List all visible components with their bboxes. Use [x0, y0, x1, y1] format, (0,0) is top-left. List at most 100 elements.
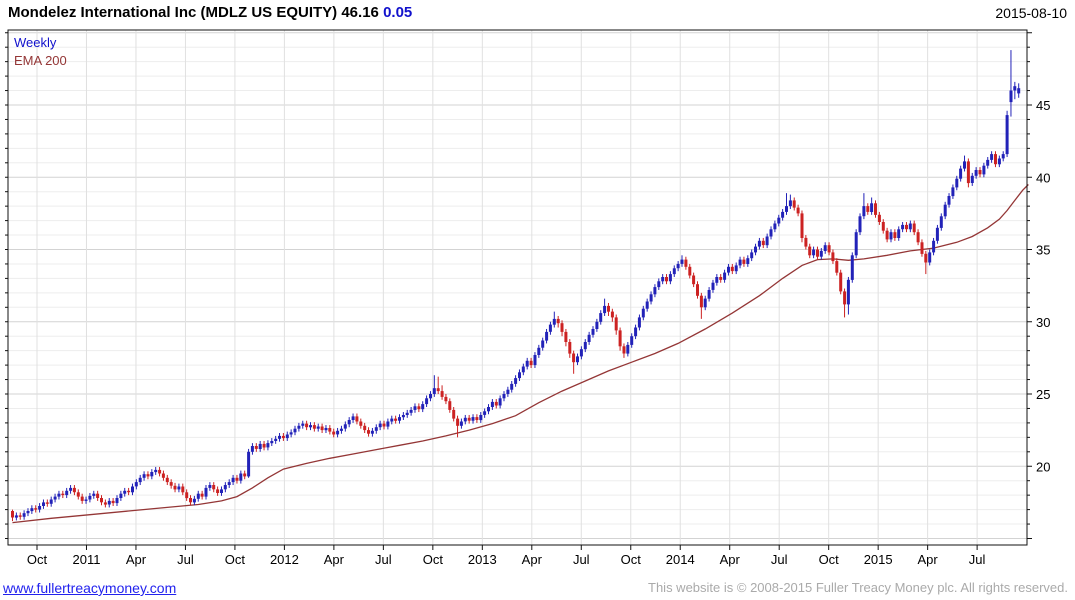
candle-down — [254, 446, 258, 449]
candle-up — [57, 493, 61, 497]
candle-down — [572, 353, 576, 363]
candle-up — [630, 336, 634, 345]
candle-up — [301, 423, 305, 426]
candle-down — [885, 230, 889, 240]
candle-up — [645, 301, 649, 309]
candle-up — [943, 204, 947, 217]
candle-down — [804, 237, 808, 247]
candle-up — [487, 407, 490, 412]
candle-down — [966, 161, 970, 184]
candle-down — [529, 360, 533, 366]
legend-ema: EMA 200 — [14, 53, 67, 68]
candle-up — [928, 252, 932, 263]
candle-down — [436, 388, 440, 392]
candle-up — [707, 290, 711, 299]
candle-up — [653, 287, 657, 295]
candle-down — [564, 331, 568, 342]
candle-down — [622, 346, 626, 354]
candle-up — [579, 349, 583, 357]
candle-down — [614, 317, 618, 331]
candle-down — [607, 305, 610, 312]
candle-down — [165, 477, 169, 483]
candle-up — [982, 165, 986, 175]
candle-down — [688, 266, 692, 276]
candle-up — [223, 485, 227, 490]
candle-down — [216, 489, 220, 493]
candle-up — [483, 411, 487, 415]
y-axis-label: 25 — [1036, 387, 1050, 402]
candle-up — [947, 196, 951, 205]
candle-up — [142, 474, 146, 478]
x-axis-label: Jul — [573, 552, 590, 567]
candle-up — [289, 432, 293, 435]
candle-up — [595, 321, 599, 329]
candle-up — [92, 493, 96, 496]
candle-up — [908, 223, 912, 230]
candle-down — [843, 291, 847, 305]
candle-up — [38, 506, 42, 510]
candle-down — [699, 295, 703, 308]
candle-down — [692, 275, 696, 285]
candle-up — [576, 356, 579, 363]
candle-up — [727, 266, 730, 273]
candle-down — [978, 170, 982, 175]
candle-up — [970, 175, 974, 183]
candle-up — [723, 272, 727, 280]
candle-up — [935, 227, 939, 241]
site-link[interactable]: www.fullertreacymoney.com — [3, 580, 176, 596]
candle-up — [657, 281, 661, 288]
candle-up — [119, 493, 123, 498]
candle-up — [750, 252, 754, 259]
x-axis-label: Apr — [324, 552, 345, 567]
legend-timeframe: Weekly — [14, 35, 57, 50]
footer-copyright: This website is © 2008-2015 Fuller Treac… — [648, 580, 1068, 595]
candle-down — [332, 431, 336, 435]
candle-up — [1009, 90, 1013, 103]
candle-down — [839, 272, 843, 292]
candle-up — [250, 446, 254, 452]
candle-up — [777, 217, 781, 224]
candle-up — [634, 327, 638, 337]
candle-up — [123, 490, 127, 494]
y-axis-label: 40 — [1036, 170, 1050, 185]
candle-up — [490, 401, 494, 407]
x-axis-label: 2011 — [72, 552, 100, 567]
candle-up — [421, 404, 425, 410]
x-axis-label: Oct — [819, 552, 840, 567]
candle-up — [773, 223, 777, 230]
candle-up — [525, 360, 529, 367]
candle-down — [816, 249, 819, 257]
candle-down — [684, 259, 688, 267]
candle-down — [696, 284, 699, 296]
candle-down — [127, 490, 131, 493]
candle-up — [343, 424, 347, 429]
candle-down — [912, 223, 916, 233]
footer-site-link-wrap: www.fullertreacymoney.com — [3, 580, 176, 596]
candle-up — [715, 277, 719, 283]
candle-down — [800, 213, 804, 238]
candle-up — [425, 398, 429, 405]
candle-up — [266, 443, 270, 448]
candle-up — [316, 426, 320, 429]
candle-up — [897, 229, 901, 238]
candle-down — [173, 485, 177, 490]
candle-up — [963, 161, 966, 169]
candle-up — [378, 423, 382, 428]
candle-up — [734, 265, 738, 272]
candle-up — [746, 258, 750, 264]
candle-up — [204, 487, 208, 497]
candle-down — [448, 401, 452, 410]
candle-up — [278, 435, 281, 439]
candle-up — [591, 329, 595, 335]
candle-up — [812, 249, 816, 256]
candle-down — [665, 277, 668, 282]
candle-up — [1001, 154, 1005, 159]
candle-up — [870, 203, 874, 212]
candle-up — [274, 438, 278, 441]
candle-up — [587, 334, 591, 342]
candle-up — [429, 394, 432, 399]
candle-down — [146, 474, 150, 477]
y-axis-label: 20 — [1036, 459, 1050, 474]
candle-up — [498, 398, 502, 406]
candle-up — [781, 211, 785, 218]
